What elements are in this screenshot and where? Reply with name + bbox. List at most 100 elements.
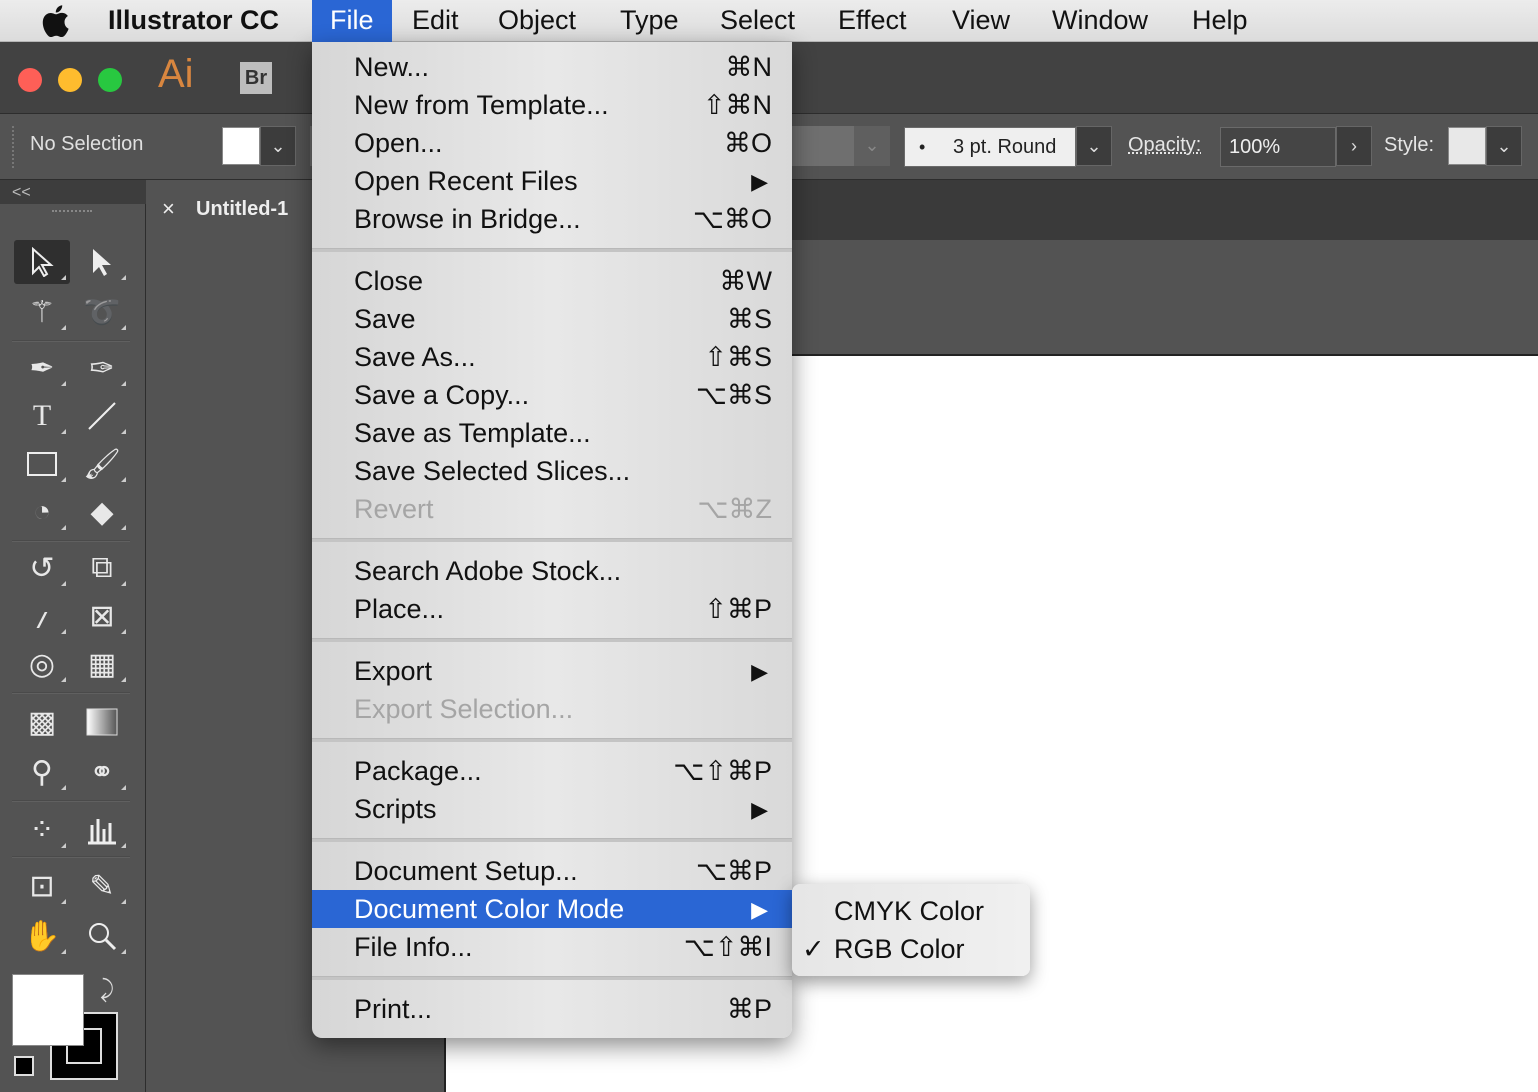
menu-help[interactable]: Help xyxy=(1174,0,1266,42)
menu-object[interactable]: Object xyxy=(480,0,594,42)
close-tab-icon[interactable]: × xyxy=(162,196,175,222)
menu-item-export-selection: Export Selection... xyxy=(354,694,574,724)
menu-item-save-as-template[interactable]: Save as Template... xyxy=(312,414,792,452)
slice-tool-icon[interactable]: ✎ xyxy=(74,864,130,908)
menu-item-document-color-mode[interactable]: Document Color Mode ▶ xyxy=(312,890,792,928)
gradient-tool-icon[interactable] xyxy=(74,700,130,744)
menu-item-document-setup[interactable]: Document Setup... ⌥⌘P xyxy=(312,852,792,890)
menu-item-print[interactable]: Print... ⌘P xyxy=(312,990,792,1028)
direct-selection-tool-icon[interactable] xyxy=(74,240,130,284)
menu-item-place[interactable]: Place... ⇧⌘P xyxy=(312,590,792,628)
paintbrush-tool-icon[interactable]: 🖌 xyxy=(74,442,130,486)
style-label: Style: xyxy=(1384,134,1435,156)
submenu-arrow-icon: ▶ xyxy=(751,797,768,822)
submenu-arrow-icon: ▶ xyxy=(751,169,768,194)
menu-item-new[interactable]: New... ⌘N xyxy=(312,48,792,86)
line-tool-icon[interactable] xyxy=(74,394,130,438)
tools-divider xyxy=(12,340,130,342)
menu-effect[interactable]: Effect xyxy=(820,0,925,42)
opacity-flyout-button[interactable]: › xyxy=(1336,126,1372,166)
shaper-tool-icon[interactable]: ◔ xyxy=(14,490,70,534)
control-bar-grip[interactable] xyxy=(12,126,16,168)
menu-separator xyxy=(312,538,792,542)
variable-width-profile[interactable] xyxy=(792,126,854,166)
menu-item-package[interactable]: Package... ⌥⇧⌘P xyxy=(312,752,792,790)
menu-item-search-adobe-stock[interactable]: Search Adobe Stock... xyxy=(312,552,792,590)
menu-view[interactable]: View xyxy=(934,0,1028,42)
menu-item-export[interactable]: Export ▶ xyxy=(312,652,792,690)
submenu-item-cmyk-color[interactable]: CMYK Color xyxy=(792,892,1030,930)
menu-window[interactable]: Window xyxy=(1034,0,1166,42)
menu-item-scripts[interactable]: Scripts ▶ xyxy=(312,790,792,828)
menu-item-save-selected-slices[interactable]: Save Selected Slices... xyxy=(312,452,792,490)
graphic-style-swatch[interactable] xyxy=(1448,127,1486,165)
brush-definition-field[interactable]: • 3 pt. Round xyxy=(904,127,1076,167)
lasso-tool-icon[interactable]: ➰ xyxy=(74,290,130,334)
menu-item-new-from-template[interactable]: New from Template... ⇧⌘N xyxy=(312,86,792,124)
menu-edit[interactable]: Edit xyxy=(394,0,477,42)
column-graph-tool-icon[interactable] xyxy=(74,808,130,852)
checkmark-icon: ✓ xyxy=(802,934,825,964)
symbol-sprayer-tool-icon[interactable]: ⁘ xyxy=(14,808,70,852)
eyedropper-tool-icon[interactable]: ⚲ xyxy=(14,750,70,794)
free-transform-tool-icon[interactable]: ⊠ xyxy=(74,594,130,638)
magic-wand-tool-icon[interactable]: ⚚ xyxy=(14,290,70,334)
tools-divider xyxy=(12,856,130,858)
menu-file[interactable]: File xyxy=(312,0,392,42)
fill-swatch[interactable] xyxy=(222,127,260,165)
fill-color-box[interactable] xyxy=(12,974,84,1046)
type-tool-icon[interactable]: T xyxy=(14,394,70,438)
selection-tool-icon[interactable] xyxy=(14,240,70,284)
menu-item-save[interactable]: Save ⌘S xyxy=(312,300,792,338)
scale-tool-icon[interactable]: ⧉ xyxy=(74,546,130,590)
brush-definition-value: 3 pt. Round xyxy=(953,136,1057,158)
apple-icon[interactable] xyxy=(40,5,70,37)
menu-item-open-recent-files[interactable]: Open Recent Files ▶ xyxy=(312,162,792,200)
menu-select[interactable]: Select xyxy=(702,0,813,42)
tools-divider xyxy=(12,800,130,802)
window-minimize-button[interactable] xyxy=(58,68,82,92)
mesh-tool-icon[interactable]: ▩ xyxy=(14,700,70,744)
graphic-style-dropdown[interactable]: ⌄ xyxy=(1486,126,1522,166)
default-fill-stroke-icon[interactable] xyxy=(14,1056,34,1076)
blend-tool-icon[interactable]: ⚭ xyxy=(74,750,130,794)
menu-separator xyxy=(312,838,792,842)
menu-item-revert: Revert ⌥⌘Z xyxy=(354,494,772,524)
illustrator-logo: Ai xyxy=(158,52,194,96)
opacity-label[interactable]: Opacity: xyxy=(1128,134,1201,157)
pen-tool-icon[interactable]: ✒ xyxy=(14,346,70,390)
menu-item-save-as[interactable]: Save As... ⇧⌘S xyxy=(312,338,792,376)
fill-dropdown[interactable]: ⌄ xyxy=(260,126,296,166)
rotate-tool-icon[interactable]: ↺ xyxy=(14,546,70,590)
menu-item-open[interactable]: Open... ⌘O xyxy=(312,124,792,162)
menu-type[interactable]: Type xyxy=(602,0,697,42)
hand-tool-icon[interactable]: ✋ xyxy=(14,914,70,958)
menu-item-file-info[interactable]: File Info... ⌥⇧⌘I xyxy=(312,928,792,966)
warp-tool-icon[interactable]: ⳇ xyxy=(14,594,70,638)
variable-width-dropdown[interactable]: ⌄ xyxy=(854,126,890,166)
menu-item-browse-in-bridge[interactable]: Browse in Bridge... ⌥⌘O xyxy=(312,200,792,238)
document-tab[interactable]: × Untitled-1 xyxy=(148,180,318,240)
collapse-panel-icon[interactable]: << xyxy=(12,184,31,202)
perspective-grid-tool-icon[interactable]: ▦ xyxy=(74,642,130,686)
menu-item-save-a-copy[interactable]: Save a Copy... ⌥⌘S xyxy=(312,376,792,414)
window-close-button[interactable] xyxy=(18,68,42,92)
submenu-arrow-icon: ▶ xyxy=(751,659,768,684)
app-name-menu[interactable]: Illustrator CC xyxy=(108,3,279,37)
document-tab-name[interactable]: Untitled-1 xyxy=(196,198,288,221)
eraser-tool-icon[interactable]: ◆ xyxy=(74,490,130,534)
opacity-input[interactable]: 100% xyxy=(1220,127,1336,167)
bridge-button[interactable]: Br xyxy=(240,62,272,94)
curvature-tool-icon[interactable]: ✑ xyxy=(74,346,130,390)
panel-grip[interactable] xyxy=(52,210,92,216)
swap-fill-stroke-icon[interactable]: ⤸ xyxy=(100,976,114,1004)
submenu-item-rgb-color[interactable]: ✓ RGB Color xyxy=(792,930,1030,968)
brush-definition-dropdown[interactable]: ⌄ xyxy=(1076,126,1112,166)
zoom-tool-icon[interactable] xyxy=(74,914,130,958)
menu-item-close[interactable]: Close ⌘W xyxy=(312,262,792,300)
artboard-tool-icon[interactable]: ⊡ xyxy=(14,864,70,908)
window-zoom-button[interactable] xyxy=(98,68,122,92)
menu-separator xyxy=(312,248,792,252)
shape-builder-tool-icon[interactable]: ◎ xyxy=(14,642,70,686)
rectangle-tool-icon[interactable] xyxy=(14,442,70,486)
